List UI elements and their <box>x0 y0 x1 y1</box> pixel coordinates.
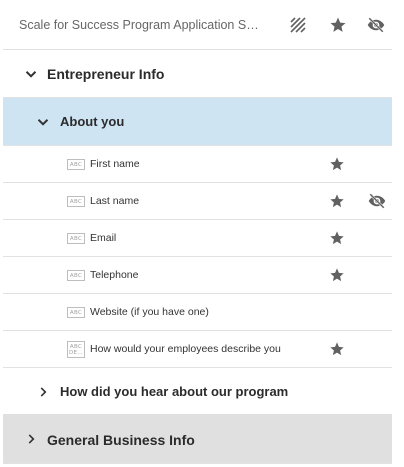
section-entrepreneur-info[interactable]: Entrepreneur Info <box>3 50 392 98</box>
striped-pattern-icon[interactable] <box>289 16 307 34</box>
field-label: Website (if you have one) <box>90 306 209 318</box>
star-icon[interactable] <box>329 230 345 246</box>
subsection-how-did-you-hear[interactable]: How did you hear about our program <box>3 369 392 414</box>
field-email[interactable]: ABC Email <box>3 220 392 257</box>
field-label: Telephone <box>90 269 139 281</box>
subsection-label: About you <box>60 114 125 129</box>
chevron-right-icon[interactable] <box>36 384 50 400</box>
star-icon[interactable] <box>329 341 345 357</box>
star-icon[interactable] <box>329 193 345 209</box>
abc-text-icon: ABC <box>67 233 85 244</box>
subsection-label: How did you hear about our program <box>60 384 289 399</box>
star-icon[interactable] <box>329 16 347 34</box>
abc-text-icon: ABC <box>67 159 85 170</box>
form-title: Scale for Success Program Application St… <box>19 18 259 32</box>
type-icon-text: ABC <box>69 309 83 316</box>
field-label: Last name <box>90 195 140 207</box>
type-icon-text: ABC <box>69 198 83 205</box>
field-website[interactable]: ABC Website (if you have one) <box>3 294 392 331</box>
field-first-name[interactable]: ABC First name <box>3 146 392 183</box>
chevron-down-icon[interactable] <box>22 65 40 83</box>
field-last-name[interactable]: ABC Last name <box>3 183 392 220</box>
chevron-right-icon[interactable] <box>24 431 38 447</box>
type-icon-text: DE… <box>68 349 84 356</box>
form-header: Scale for Success Program Application St… <box>3 0 392 50</box>
section-label: Entrepreneur Info <box>47 66 165 82</box>
field-telephone[interactable]: ABC Telephone <box>3 257 392 294</box>
visibility-off-icon[interactable] <box>367 16 385 34</box>
subsection-about-you[interactable]: About you <box>3 98 392 146</box>
abc-paragraph-icon: ABC DE… <box>67 341 85 358</box>
form-structure-panel: Scale for Success Program Application St… <box>3 0 392 467</box>
abc-text-icon: ABC <box>67 270 85 281</box>
field-label: How would your employees describe you <box>90 343 281 355</box>
field-label: Email <box>90 232 117 244</box>
type-icon-text: ABC <box>69 235 83 242</box>
chevron-down-icon[interactable] <box>34 113 52 131</box>
star-icon[interactable] <box>329 267 345 283</box>
star-icon[interactable] <box>329 156 345 172</box>
field-employees-describe[interactable]: ABC DE… How would your employees describ… <box>3 331 392 368</box>
visibility-off-icon[interactable] <box>368 192 386 210</box>
section-general-business-info[interactable]: General Business Info <box>3 414 392 464</box>
section-label: General Business Info <box>47 432 195 448</box>
type-icon-text: ABC <box>69 161 83 168</box>
field-label: First name <box>90 158 140 170</box>
abc-text-icon: ABC <box>67 196 85 207</box>
type-icon-text: ABC <box>69 272 83 279</box>
abc-text-icon: ABC <box>67 307 85 318</box>
